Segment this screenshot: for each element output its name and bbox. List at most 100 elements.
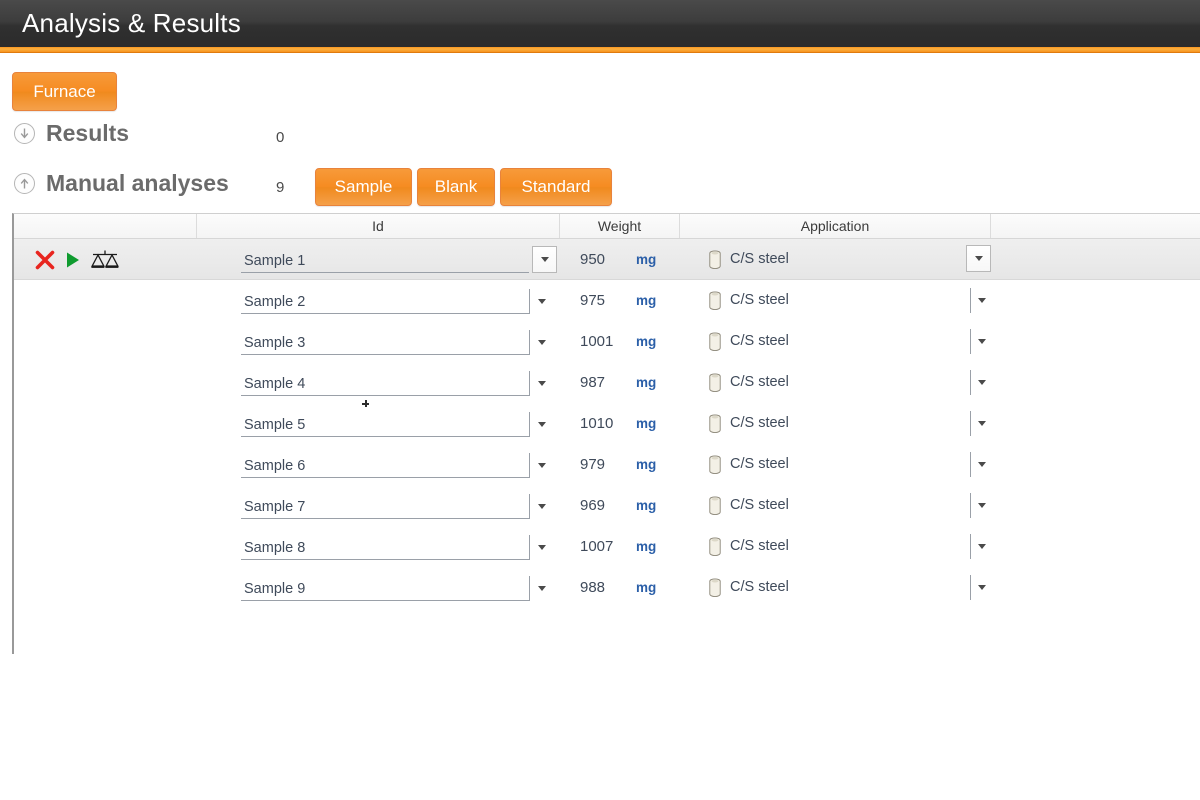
chevron-down-icon (974, 256, 983, 261)
column-header-id[interactable]: Id (197, 214, 560, 238)
circle-arrow-down-icon[interactable] (14, 123, 35, 144)
weight-value: 987 (580, 374, 606, 391)
column-header-weight[interactable]: Weight (560, 214, 680, 238)
application-dropdown-arrow[interactable] (966, 245, 991, 272)
cell-weight[interactable]: 1001 mg (580, 321, 690, 362)
column-header-actions[interactable] (14, 214, 197, 238)
section-manual-analyses[interactable]: Manual analyses (14, 172, 229, 195)
cell-weight[interactable]: 979 mg (580, 444, 690, 485)
table-row[interactable]: Sample 6 979 mg C/S steel (14, 444, 1200, 485)
id-combobox[interactable]: Sample 7 (235, 491, 553, 520)
cell-application[interactable]: C/S steel (708, 567, 998, 608)
cell-id: Sample 9 (235, 567, 565, 608)
application-dropdown-arrow[interactable] (970, 493, 992, 518)
id-dropdown-arrow[interactable] (529, 371, 553, 396)
id-combobox[interactable]: Sample 5 (235, 409, 553, 438)
chevron-down-icon (977, 339, 986, 344)
id-underline (241, 313, 529, 314)
application-dropdown-arrow[interactable] (970, 288, 992, 313)
application-dropdown-arrow[interactable] (970, 370, 992, 395)
section-results[interactable]: Results (14, 122, 129, 145)
cell-application[interactable]: C/S steel (708, 526, 998, 567)
id-combobox[interactable]: Sample 1 (235, 245, 557, 274)
id-dropdown-arrow[interactable] (532, 246, 557, 273)
cell-application[interactable]: C/S steel (708, 362, 998, 403)
cell-weight[interactable]: 975 mg (580, 280, 690, 321)
id-combobox[interactable]: Sample 2 (235, 286, 553, 315)
id-dropdown-arrow[interactable] (529, 412, 553, 437)
section-results-count: 0 (276, 129, 285, 146)
cell-weight[interactable]: 1010 mg (580, 403, 690, 444)
cell-application[interactable]: C/S steel (708, 444, 998, 485)
application-dropdown-arrow[interactable] (970, 452, 992, 477)
application-dropdown-arrow[interactable] (970, 575, 992, 600)
furnace-button[interactable]: Furnace (12, 72, 117, 111)
chevron-down-icon (977, 380, 986, 385)
application-value: C/S steel (730, 415, 789, 432)
id-combobox[interactable]: Sample 9 (235, 573, 553, 602)
id-dropdown-arrow[interactable] (529, 453, 553, 478)
id-combobox[interactable]: Sample 3 (235, 327, 553, 356)
column-header-application[interactable]: Application (680, 214, 991, 238)
table-row[interactable]: Sample 2 975 mg C/S steel (14, 280, 1200, 321)
table-row[interactable]: Sample 4 987 mg C/S steel (14, 362, 1200, 403)
table-row[interactable]: Sample 3 1001 mg C/S steel (14, 321, 1200, 362)
table-row[interactable]: Sample 8 1007 mg C/S steel (14, 526, 1200, 567)
id-combobox[interactable]: Sample 8 (235, 532, 553, 561)
green-play-icon[interactable] (65, 251, 81, 269)
chevron-down-icon (977, 503, 986, 508)
add-sample-button-label: Sample (334, 177, 393, 196)
id-underline (241, 354, 529, 355)
chevron-down-icon (977, 544, 986, 549)
cell-weight[interactable]: 988 mg (580, 567, 690, 608)
crucible-icon (708, 331, 722, 352)
application-dropdown-arrow[interactable] (970, 329, 992, 354)
application-value: C/S steel (730, 579, 789, 596)
application-value: C/S steel (730, 456, 789, 473)
id-dropdown-arrow[interactable] (529, 330, 553, 355)
add-blank-button[interactable]: Blank (417, 168, 495, 206)
table-row[interactable]: Sample 9 988 mg C/S steel (14, 567, 1200, 608)
cell-id: Sample 3 (235, 321, 565, 362)
cell-application[interactable]: C/S steel (708, 321, 998, 362)
column-header-spare[interactable] (991, 214, 1200, 238)
id-combobox[interactable]: Sample 4 (235, 368, 553, 397)
section-results-label: Results (46, 120, 130, 146)
chevron-down-icon (537, 504, 546, 509)
cell-weight[interactable]: 950 mg (580, 239, 690, 280)
id-value: Sample 8 (244, 539, 306, 556)
id-underline (241, 600, 529, 601)
add-standard-button[interactable]: Standard (500, 168, 612, 206)
cell-application[interactable]: C/S steel (708, 485, 998, 526)
balance-scale-icon[interactable] (90, 249, 120, 271)
id-dropdown-arrow[interactable] (529, 289, 553, 314)
table-row[interactable]: Sample 5 1010 mg C/S steel (14, 403, 1200, 444)
table-body: Sample 1 950 mg C/S steel Sample 2 975 mg C/S s… (14, 239, 1200, 608)
add-sample-button[interactable]: Sample (315, 168, 412, 206)
cell-id: Sample 4 (235, 362, 565, 403)
cell-weight[interactable]: 969 mg (580, 485, 690, 526)
application-dropdown-arrow[interactable] (970, 534, 992, 559)
id-dropdown-arrow[interactable] (529, 494, 553, 519)
crucible-icon (708, 413, 722, 434)
id-dropdown-arrow[interactable] (529, 576, 553, 601)
cell-application[interactable]: C/S steel (708, 280, 998, 321)
table-row[interactable]: Sample 7 969 mg C/S steel (14, 485, 1200, 526)
cell-weight[interactable]: 987 mg (580, 362, 690, 403)
circle-arrow-up-icon[interactable] (14, 173, 35, 194)
weight-unit: mg (636, 251, 657, 267)
cell-application[interactable]: C/S steel (708, 239, 998, 280)
table-row[interactable]: Sample 1 950 mg C/S steel (14, 239, 1200, 280)
window-titlebar: Analysis & Results (0, 0, 1200, 47)
section-manual-analyses-count: 9 (276, 179, 285, 196)
chevron-down-icon (537, 586, 546, 591)
cell-weight[interactable]: 1007 mg (580, 526, 690, 567)
red-x-icon[interactable] (34, 249, 56, 271)
weight-unit: mg (636, 333, 657, 349)
id-dropdown-arrow[interactable] (529, 535, 553, 560)
weight-unit: mg (636, 415, 657, 431)
id-combobox[interactable]: Sample 6 (235, 450, 553, 479)
cell-id: Sample 5 (235, 403, 565, 444)
application-dropdown-arrow[interactable] (970, 411, 992, 436)
cell-application[interactable]: C/S steel (708, 403, 998, 444)
